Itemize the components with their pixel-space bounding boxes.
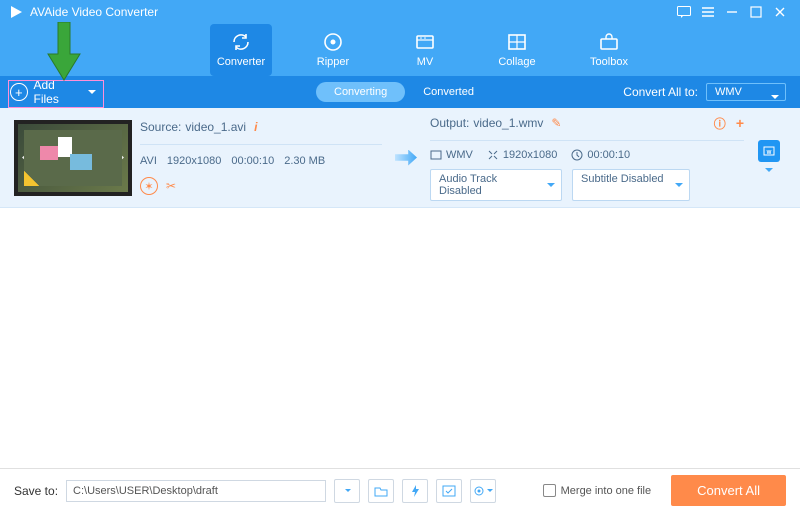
audio-track-select[interactable]: Audio Track Disabled	[430, 169, 562, 201]
source-size: 2.30 MB	[284, 155, 325, 167]
open-folder-button[interactable]	[368, 479, 394, 503]
nav-mv[interactable]: MV	[394, 24, 456, 76]
add-files-button[interactable]: + Add Files	[0, 76, 96, 108]
titlebar: AVAide Video Converter	[0, 0, 800, 24]
nav-collage[interactable]: Collage	[486, 24, 548, 76]
compress-icon[interactable]: ✶	[140, 177, 158, 195]
chevron-down-icon	[771, 95, 779, 103]
output-resolution: 1920x1080	[503, 149, 557, 161]
file-row: Source: video_1.avi i AVI 1920x1080 00:0…	[0, 108, 800, 208]
close-icon[interactable]	[768, 0, 792, 24]
merge-checkbox[interactable]: Merge into one file	[543, 484, 652, 497]
output-duration: 00:00:10	[587, 149, 630, 161]
svg-text:W: W	[767, 150, 772, 156]
convert-all-format-select[interactable]: WMV	[706, 83, 786, 101]
add-output-icon[interactable]: +	[736, 115, 744, 131]
video-thumbnail[interactable]	[14, 120, 132, 196]
next-frame-icon	[110, 148, 124, 168]
source-panel: Source: video_1.avi i AVI 1920x1080 00:0…	[140, 120, 382, 195]
status-tabs: Converting Converted	[316, 82, 492, 102]
arrow-icon	[390, 150, 422, 166]
save-path-input[interactable]	[66, 480, 326, 502]
edit-icon[interactable]: ✎	[551, 116, 561, 130]
prev-frame-icon	[22, 148, 36, 168]
path-dropdown-button[interactable]	[334, 479, 360, 503]
nav-ripper[interactable]: Ripper	[302, 24, 364, 76]
source-label: Source:	[140, 120, 181, 134]
source-format: AVI	[140, 155, 157, 167]
nav-label: Toolbox	[590, 56, 628, 68]
output-label: Output:	[430, 116, 469, 130]
nav-label: Collage	[498, 56, 535, 68]
chevron-down-icon	[765, 168, 773, 176]
output-filename: video_1.wmv	[473, 116, 543, 130]
merge-label: Merge into one file	[561, 485, 652, 497]
output-format: WMV	[446, 149, 473, 161]
tab-converted[interactable]: Converted	[405, 82, 492, 102]
feedback-icon[interactable]	[672, 0, 696, 24]
settings-button[interactable]	[470, 479, 496, 503]
checkbox-icon	[543, 484, 556, 497]
main-nav: Converter Ripper MV Collage Toolbox	[0, 24, 800, 76]
source-filename: video_1.avi	[185, 120, 246, 134]
output-panel: Output: video_1.wmv ✎ ⓘ + WMV 1920x1080 …	[430, 115, 744, 201]
chevron-down-icon	[88, 90, 96, 98]
nav-label: Converter	[217, 56, 265, 68]
nav-label: MV	[417, 56, 434, 68]
subtitle-select[interactable]: Subtitle Disabled	[572, 169, 690, 201]
convert-all-label: Convert All to:	[623, 85, 698, 99]
info-icon[interactable]: i	[254, 120, 257, 134]
nav-converter[interactable]: Converter	[210, 24, 272, 76]
app-logo-icon	[8, 4, 24, 20]
convert-all-button[interactable]: Convert All	[671, 475, 786, 506]
save-to-label: Save to:	[14, 484, 58, 498]
cut-icon[interactable]: ✂	[166, 179, 176, 193]
app-title: AVAide Video Converter	[30, 5, 158, 19]
file-info-icon[interactable]: ⓘ	[714, 115, 726, 132]
gpu-accel-button[interactable]	[402, 479, 428, 503]
nav-toolbox[interactable]: Toolbox	[578, 24, 640, 76]
menu-icon[interactable]	[696, 0, 720, 24]
output-format-button[interactable]: W	[752, 140, 786, 176]
tab-converting[interactable]: Converting	[316, 82, 405, 102]
convert-all-format-value: WMV	[715, 86, 742, 98]
nav-label: Ripper	[317, 56, 349, 68]
plus-icon: +	[10, 83, 28, 101]
minimize-icon[interactable]	[720, 0, 744, 24]
footer-bar: Save to: Merge into one file Convert All	[0, 468, 800, 512]
high-speed-button[interactable]	[436, 479, 462, 503]
maximize-icon[interactable]	[744, 0, 768, 24]
format-badge-icon: W	[758, 140, 780, 162]
sub-toolbar: + Add Files Converting Converted Convert…	[0, 76, 800, 108]
add-files-label: Add Files	[34, 78, 83, 106]
source-resolution: 1920x1080	[167, 155, 221, 167]
source-duration: 00:00:10	[231, 155, 274, 167]
